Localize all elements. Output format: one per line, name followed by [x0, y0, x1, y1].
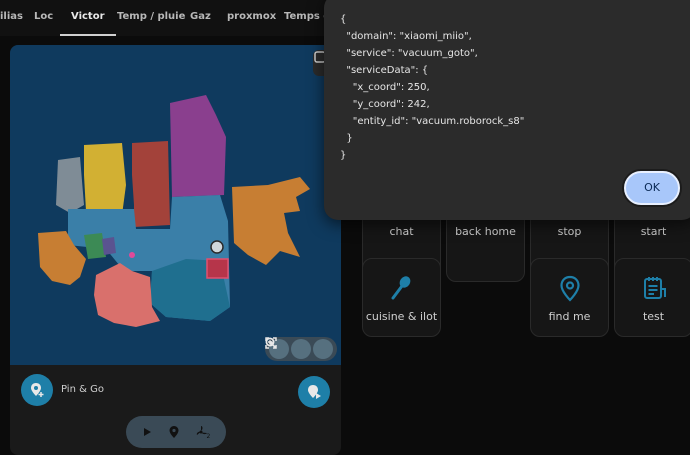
svg-text:2: 2 — [206, 433, 210, 439]
cuisine-ilot-label: cuisine & ilot — [365, 310, 438, 323]
mode-selector: 2 — [126, 416, 226, 448]
add-location-icon — [31, 383, 44, 397]
json-line: "service": "vacuum_goto", — [340, 48, 478, 59]
tab-loc[interactable]: Loc — [34, 0, 53, 36]
dock-marker — [129, 252, 135, 258]
location-pin-icon[interactable] — [168, 425, 180, 439]
back-home-label: back home — [455, 225, 516, 238]
ok-button[interactable]: OK — [624, 171, 680, 205]
test-label: test — [642, 310, 665, 323]
spoon-icon — [391, 276, 410, 300]
json-line: "serviceData": { — [340, 65, 429, 76]
pin-go-button[interactable] — [21, 374, 53, 406]
zoom-in-button[interactable] — [265, 337, 333, 359]
json-line: "y_coord": 242, — [340, 99, 430, 110]
start-goto-button[interactable] — [298, 376, 330, 408]
find-me-button[interactable]: find me — [530, 258, 609, 337]
notes-icon — [643, 277, 666, 299]
json-line: { — [340, 14, 347, 25]
chat-label: chat — [389, 225, 414, 238]
floor-map-drawing — [38, 95, 310, 327]
tab-victor[interactable]: Victor — [60, 0, 116, 36]
zoom-in-icon — [265, 337, 277, 349]
play-icon[interactable] — [141, 426, 153, 438]
tab-gaz[interactable]: Gaz — [190, 0, 211, 36]
json-line: "entity_id": "vacuum.roborock_s8" — [340, 116, 525, 127]
room-purple-small — [102, 237, 116, 255]
room-yellow — [84, 143, 126, 215]
find-me-label: find me — [548, 310, 591, 323]
tab-temp-pluie[interactable]: Temp / pluie — [117, 0, 185, 36]
room-purple — [170, 95, 226, 197]
room-salmon — [94, 263, 160, 327]
tab-proxmox[interactable]: proxmox — [227, 0, 276, 36]
json-line: } — [340, 150, 347, 161]
tab-ilias[interactable]: ilias — [0, 0, 23, 36]
target-zone — [206, 258, 229, 279]
service-data-json: { "domain": "xiaomi_miio", "service": "v… — [340, 11, 680, 164]
zoom-controls — [265, 337, 337, 361]
pin-go-label: Pin & Go — [61, 384, 104, 395]
room-grey — [56, 157, 84, 213]
vacuum-map[interactable] — [10, 45, 341, 365]
cuisine-ilot-button[interactable]: cuisine & ilot — [362, 258, 441, 337]
service-call-dialog: { "domain": "xiaomi_miio", "service": "v… — [324, 0, 690, 220]
stop-label: stop — [557, 225, 582, 238]
vacuum-map-card: Pin & Go 2 — [10, 45, 341, 455]
json-line: } — [340, 133, 353, 144]
start-label: start — [640, 225, 667, 238]
room-red — [132, 141, 170, 227]
robot-icon — [210, 240, 224, 254]
zoom-out-button[interactable] — [265, 337, 311, 359]
location-pin-icon — [559, 275, 580, 302]
fan-icon[interactable]: 2 — [195, 425, 211, 439]
room-orange-right — [232, 177, 310, 265]
json-line: "x_coord": 250, — [340, 82, 430, 93]
play-location-icon — [308, 385, 321, 399]
json-line: "domain": "xiaomi_miio", — [340, 31, 472, 42]
test-button[interactable]: test — [614, 258, 690, 337]
